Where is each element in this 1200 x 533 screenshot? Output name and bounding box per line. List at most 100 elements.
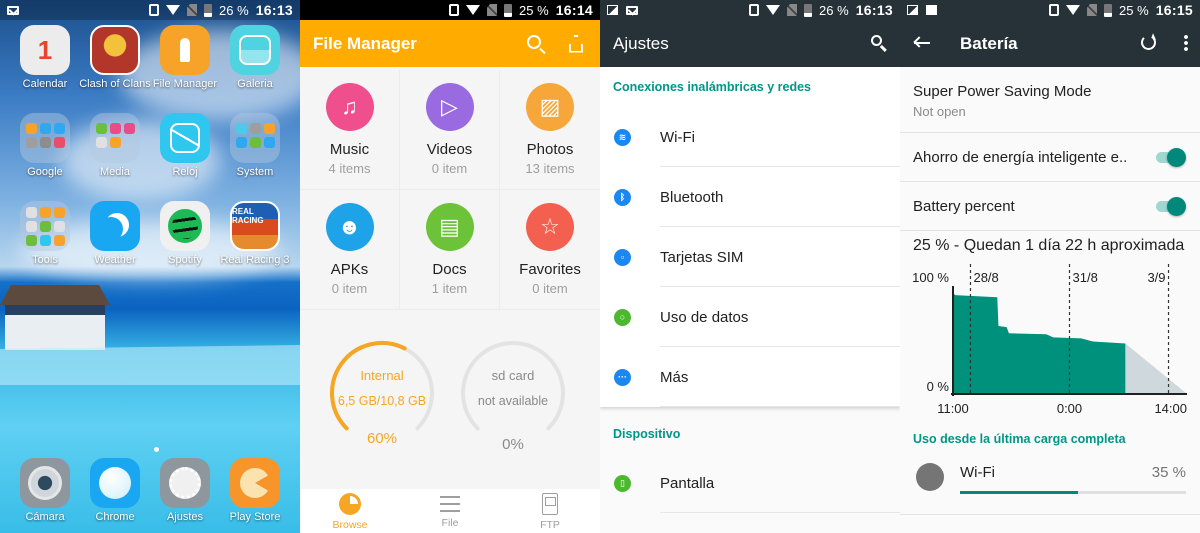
battery-chart-svg: 28/8 31/8 3/9 100 % 0 % 11:00 0:00 14:00 xyxy=(912,264,1187,416)
super-power-saving-row[interactable]: Super Power Saving Mode Not open xyxy=(900,67,1200,133)
storage-detail: 6,5 GB/10,8 GB xyxy=(337,394,427,408)
internal-storage-gauge[interactable]: Internal 6,5 GB/10,8 GB 60% xyxy=(327,338,437,448)
category-photos[interactable]: ▨ Photos 13 items xyxy=(500,70,600,190)
page-title: Batería xyxy=(960,33,1018,53)
category-docs[interactable]: ▤ Docs 1 item xyxy=(400,190,500,310)
search-button[interactable] xyxy=(870,34,888,52)
usage-item-label[interactable]: Wi-Fi xyxy=(960,464,995,481)
no-sim-icon xyxy=(187,4,198,16)
category-name: Docs xyxy=(432,261,467,278)
section-header: Conexiones inalámbricas y redes xyxy=(613,80,812,94)
wallpaper-pavilion xyxy=(0,285,110,355)
sd-card-gauge[interactable]: sd card not available 0% xyxy=(458,338,568,453)
status-bar: 25 % 16:15 xyxy=(900,0,1200,20)
smart-power-saving-row[interactable]: Ahorro de energía inteligente e.. xyxy=(900,133,1200,182)
real-racing-icon: REAL RACING xyxy=(230,201,280,251)
battery-percent: 25 % xyxy=(519,2,549,18)
app-title: File Manager xyxy=(313,33,417,53)
settings-item-wi-fi[interactable]: ≋ Wi-Fi xyxy=(600,107,900,167)
battery-percent: 26 % xyxy=(219,2,249,18)
device-section: Dispositivo ▯ Pantalla xyxy=(600,407,900,533)
screenshot-icon xyxy=(907,5,918,15)
app-play-store[interactable]: Play Store xyxy=(220,458,290,533)
battery-percent: 26 % xyxy=(819,2,849,18)
music-note-icon: ♫ xyxy=(325,83,374,131)
briefcase-icon xyxy=(926,5,937,15)
calendar-icon: 1 xyxy=(20,25,70,75)
settings-item-label: Wi-Fi xyxy=(660,128,695,146)
clock: 16:13 xyxy=(255,2,293,18)
sim-card-icon: ▫ xyxy=(614,248,631,266)
clock: 16:15 xyxy=(1155,2,1193,18)
camera-icon xyxy=(20,458,70,508)
settings-item-tarjetas-sim[interactable]: ▫ Tarjetas SIM xyxy=(600,227,900,287)
refresh-icon[interactable] xyxy=(1141,35,1156,50)
dock: Cámara Chrome Ajustes Play Store xyxy=(0,458,300,533)
category-name: Music xyxy=(329,141,370,158)
clock-icon xyxy=(160,113,210,163)
tab-browse[interactable]: Browse xyxy=(300,489,400,533)
gauge-fill xyxy=(330,341,407,431)
page-indicator[interactable] xyxy=(154,447,159,452)
tab-file[interactable]: File xyxy=(400,489,500,533)
app-label: File Manager xyxy=(152,78,218,90)
search-button[interactable] xyxy=(525,33,547,55)
app-camara[interactable]: Cámara xyxy=(10,458,80,533)
app-label: System xyxy=(236,166,274,178)
storage-gauges: Internal 6,5 GB/10,8 GB 60% sd card not … xyxy=(300,338,600,473)
folder-tools[interactable]: Tools xyxy=(10,201,80,279)
broom-icon xyxy=(569,34,583,53)
settings-item-pantalla[interactable]: ▯ Pantalla xyxy=(600,453,900,513)
app-chrome[interactable]: Chrome xyxy=(80,458,150,533)
category-music[interactable]: ♫ Music 4 items xyxy=(300,70,400,190)
app-spotify[interactable]: Spotify xyxy=(150,201,220,279)
app-file-manager[interactable]: File Manager xyxy=(150,25,220,103)
app-label: Galeria xyxy=(237,78,273,90)
app-weather[interactable]: Weather xyxy=(80,201,150,279)
play-store-icon xyxy=(230,458,280,508)
app-ajustes[interactable]: Ajustes xyxy=(150,458,220,533)
date-marker-label: 28/8 xyxy=(973,270,998,285)
folder-media[interactable]: Media xyxy=(80,113,150,191)
category-grid: ♫ Music 4 items ▷ Videos 0 item ▨ Photos 13 item… xyxy=(300,70,600,310)
row-title: Battery percent xyxy=(913,198,1015,215)
x-tick-label: 14:00 xyxy=(1154,401,1187,416)
app-label: Cámara xyxy=(25,511,65,523)
settings-item-uso-de-datos[interactable]: ○ Uso de datos xyxy=(600,287,900,347)
app-reloj[interactable]: Reloj xyxy=(150,113,220,191)
document-icon: ▤ xyxy=(425,203,474,251)
category-count: 0 item xyxy=(431,161,468,176)
category-favorites[interactable]: ☆ Favorites 0 item xyxy=(500,190,600,310)
back-arrow-icon[interactable] xyxy=(913,36,930,50)
android-icon: ☻ xyxy=(325,203,374,251)
settings-item-m-s[interactable]: ··· Más xyxy=(600,347,900,407)
app-label: Real Racing 3 xyxy=(220,254,290,266)
folder-system[interactable]: System xyxy=(220,113,290,191)
google-folder-icon xyxy=(20,113,70,163)
battery-icon xyxy=(804,3,813,17)
battery-icon xyxy=(204,3,213,17)
no-sim-icon xyxy=(787,4,798,16)
app-calendar[interactable]: 1 Calendar xyxy=(10,25,80,103)
category-count: 0 item xyxy=(532,281,568,296)
app-clash-of-clans[interactable]: Clash of Clans xyxy=(79,25,151,103)
wifi-usage-icon xyxy=(916,463,944,491)
more-vert-icon[interactable] xyxy=(1184,34,1188,52)
battery-percent-toggle[interactable] xyxy=(1156,196,1186,216)
category-apks[interactable]: ☻ APKs 0 item xyxy=(300,190,400,310)
app-grid: 1 Calendar Clash of Clans File Manager G… xyxy=(0,25,300,279)
battery-percent-row[interactable]: Battery percent xyxy=(900,182,1200,231)
battery-icon xyxy=(1104,3,1113,17)
clean-button[interactable] xyxy=(565,33,587,55)
smart-power-saving-toggle[interactable] xyxy=(1156,147,1186,167)
category-videos[interactable]: ▷ Videos 0 item xyxy=(400,70,500,190)
app-galeria[interactable]: Galeria xyxy=(220,25,290,103)
category-count: 0 item xyxy=(331,281,368,296)
tools-folder-icon xyxy=(20,201,70,251)
clock: 16:14 xyxy=(555,2,593,18)
section-header: Uso desde la última carga completa xyxy=(913,432,1126,446)
tab-ftp[interactable]: FTP xyxy=(500,489,600,533)
folder-google[interactable]: Google xyxy=(10,113,80,191)
app-real-racing-3[interactable]: REAL RACING Real Racing 3 xyxy=(220,201,290,279)
settings-item-bluetooth[interactable]: ᛒ Bluetooth xyxy=(600,167,900,227)
